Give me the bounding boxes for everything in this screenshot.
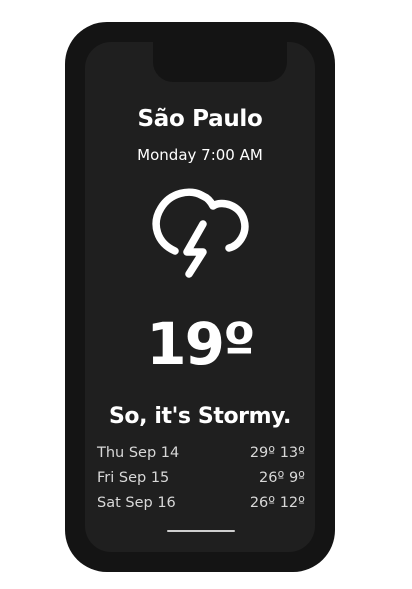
- forecast-day: Thu Sep 14: [97, 445, 180, 461]
- weather-condition: So, it's Stormy.: [108, 404, 292, 429]
- current-datetime: Monday 7:00 AM: [137, 146, 263, 164]
- forecast-temps: 26º 12º: [249, 495, 305, 511]
- phone-notch: [153, 42, 287, 82]
- weather-screen: São Paulo Monday 7:00 AM 19º So, it's St…: [85, 42, 315, 552]
- forecast-row: Sat Sep 16 26º 12º: [97, 491, 305, 516]
- forecast-day: Sat Sep 16: [97, 495, 176, 511]
- phone-frame: São Paulo Monday 7:00 AM 19º So, it's St…: [65, 22, 335, 572]
- city-name: São Paulo: [137, 106, 263, 132]
- thunderstorm-cloud-icon: [152, 188, 249, 278]
- forecast-row: Fri Sep 15 26º 9º: [97, 466, 305, 491]
- forecast-row: Thu Sep 14 29º 13º: [97, 441, 305, 466]
- forecast-temps: 26º 9º: [259, 470, 305, 486]
- current-temperature: 19º: [146, 310, 255, 378]
- forecast-list: Thu Sep 14 29º 13º Fri Sep 15 26º 9º Sat…: [97, 441, 305, 516]
- forecast-temps: 29º 13º: [249, 445, 305, 461]
- home-indicator[interactable]: [167, 530, 235, 532]
- forecast-day: Fri Sep 15: [97, 470, 170, 486]
